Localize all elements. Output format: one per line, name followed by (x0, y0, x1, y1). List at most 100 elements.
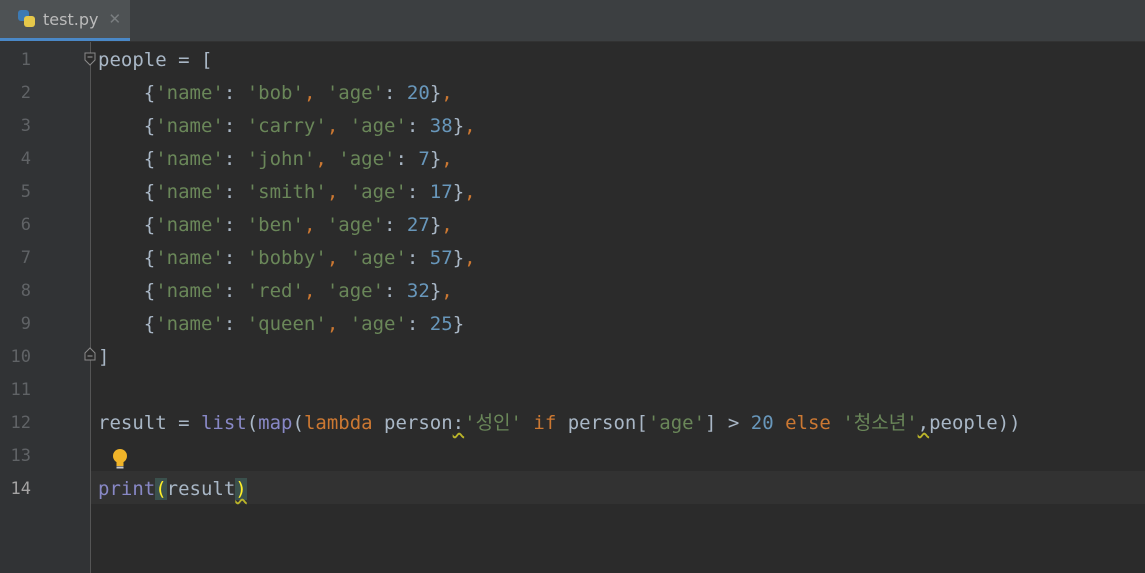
tab-test-py[interactable]: test.py ✕ (0, 0, 130, 41)
line-number: 12 (10, 413, 31, 433)
code-token: } (429, 148, 442, 170)
line-number: 6 (20, 215, 31, 235)
code-token: : (223, 82, 247, 104)
code-token: print (98, 478, 156, 500)
code-token: : (395, 148, 419, 170)
code-line[interactable]: 1 people = [ (0, 44, 1145, 77)
line-number: 7 (20, 248, 31, 268)
code-token: : (384, 280, 407, 302)
code-text[interactable]: {'name': 'bob', 'age': 20}, (98, 77, 453, 110)
code-line[interactable]: 4 {'name': 'john', 'age': 7}, (0, 143, 1145, 176)
code-token: result (166, 478, 236, 500)
code-text[interactable]: {'name': 'john', 'age': 7}, (98, 143, 453, 176)
code-token: , (464, 247, 476, 269)
code-token: : (384, 82, 407, 104)
code-token: 'bob' (246, 82, 304, 104)
code-token: 17 (429, 181, 453, 203)
code-text[interactable]: print(result) (98, 473, 247, 506)
code-text[interactable]: {'name': 'bobby', 'age': 57}, (98, 242, 476, 275)
code-line[interactable]: 11 (0, 374, 1145, 407)
code-token: { (98, 181, 156, 203)
code-token: ] (98, 346, 110, 368)
code-line[interactable]: 10] (0, 341, 1145, 374)
code-editor[interactable]: 1 people = [ 2 {'name': 'bob', 'age': 20},… (0, 42, 1145, 573)
code-token: 'name' (155, 247, 224, 269)
code-text[interactable]: {'name': 'ben', 'age': 27}, (98, 209, 453, 242)
code-line[interactable]: 6 {'name': 'ben', 'age': 27}, (0, 209, 1145, 242)
close-tab-icon[interactable]: ✕ (108, 10, 121, 28)
code-line[interactable]: 14 print(result) (0, 473, 1145, 506)
code-token: 20 (750, 412, 774, 434)
fold-close-icon[interactable] (84, 347, 96, 361)
code-token: ( (292, 412, 304, 434)
code-token: 25 (429, 313, 453, 335)
code-token: { (98, 280, 156, 302)
code-token: : (223, 247, 247, 269)
code-text[interactable]: result = list(map(lambda person:'성인' if … (98, 407, 1021, 440)
line-number: 4 (20, 149, 31, 169)
line-number: 14 (10, 479, 31, 499)
code-token: : (406, 115, 430, 137)
tab-title: test.py (43, 9, 99, 29)
code-text[interactable]: {'name': 'red', 'age': 32}, (98, 275, 453, 308)
code-token: : (223, 181, 247, 203)
code-token: : (223, 313, 247, 335)
code-token: , (326, 313, 350, 335)
code-token: , (441, 148, 453, 170)
code-token: ) (235, 478, 247, 500)
code-token: person (384, 412, 453, 434)
code-token: people = [ (98, 49, 213, 71)
code-line[interactable]: 3 {'name': 'carry', 'age': 38}, (0, 110, 1145, 143)
code-token: , (326, 247, 350, 269)
code-token: list (200, 412, 247, 434)
code-token: 'name' (155, 181, 224, 203)
code-token: 'ben' (246, 214, 304, 236)
code-token: '청소년' (842, 412, 918, 434)
code-token: , (464, 181, 476, 203)
code-token: : (406, 247, 430, 269)
code-token: : (223, 214, 247, 236)
code-token: ( (155, 478, 167, 500)
lightbulb-icon[interactable] (110, 448, 130, 470)
code-token: 'john' (246, 148, 316, 170)
code-line[interactable]: 2 {'name': 'bob', 'age': 20}, (0, 77, 1145, 110)
line-number: 8 (20, 281, 31, 301)
code-token: 'age' (349, 247, 407, 269)
line-number: 1 (20, 50, 31, 70)
code-token: { (98, 214, 156, 236)
code-token: , (326, 181, 350, 203)
code-text[interactable]: {'name': 'carry', 'age': 38}, (98, 110, 476, 143)
code-token: 'age' (326, 214, 385, 236)
code-text[interactable]: ] (98, 341, 109, 374)
code-token: , (441, 214, 453, 236)
code-token: 'age' (349, 313, 407, 335)
code-line[interactable]: 12 result = list(map(lambda person:'성인' i… (0, 407, 1145, 440)
code-token: map (258, 412, 293, 434)
code-line[interactable]: 8 {'name': 'red', 'age': 32}, (0, 275, 1145, 308)
code-token: { (98, 82, 156, 104)
code-text[interactable]: {'name': 'queen', 'age': 25} (98, 308, 464, 341)
code-line[interactable]: 13 (0, 440, 1145, 473)
line-number: 11 (10, 380, 31, 400)
fold-open-icon[interactable] (84, 52, 96, 66)
code-token: } (429, 214, 442, 236)
code-text[interactable]: people = [ (98, 44, 212, 77)
code-token: 'age' (326, 82, 385, 104)
code-token: else (773, 412, 843, 434)
code-line[interactable]: 7 {'name': 'bobby', 'age': 57}, (0, 242, 1145, 275)
code-line[interactable]: 5 {'name': 'smith', 'age': 17}, (0, 176, 1145, 209)
code-token: 'name' (155, 313, 224, 335)
code-line[interactable]: 9 {'name': 'queen', 'age': 25} (0, 308, 1145, 341)
code-token: 'age' (349, 115, 407, 137)
code-token: , (464, 115, 476, 137)
code-token: } (452, 181, 465, 203)
line-number: 3 (20, 116, 31, 136)
code-token: 'name' (155, 148, 224, 170)
code-text[interactable]: {'name': 'smith', 'age': 17}, (98, 176, 476, 209)
code-token: } (452, 247, 465, 269)
code-token: } (452, 115, 465, 137)
code-token: people)) (929, 412, 1021, 434)
code-token: , (303, 82, 327, 104)
code-token: } (429, 82, 442, 104)
code-token: : (223, 148, 247, 170)
